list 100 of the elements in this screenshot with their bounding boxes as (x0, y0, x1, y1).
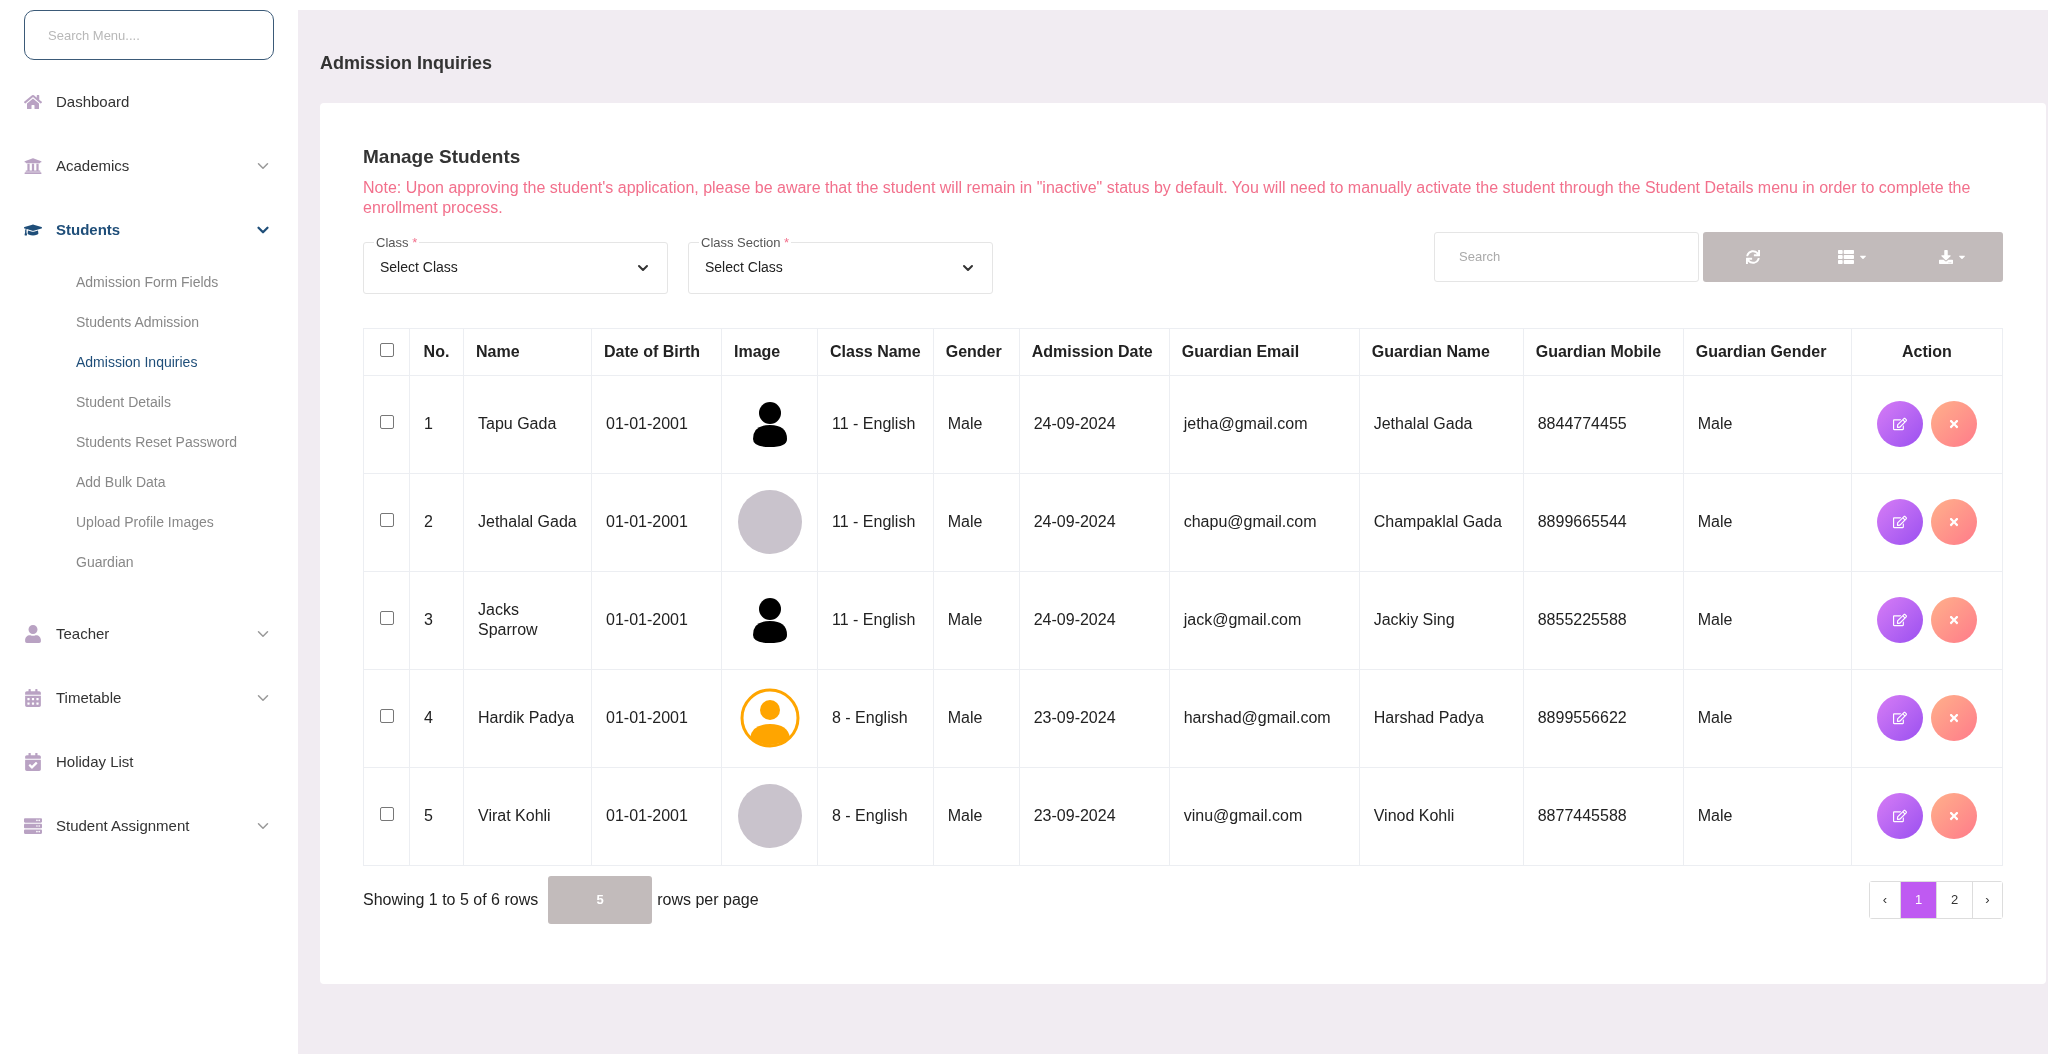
table-cell: 1 (409, 375, 464, 473)
menu-icon (24, 817, 42, 835)
edit-button[interactable] (1876, 793, 1923, 839)
next-page-button[interactable]: › (1972, 881, 2002, 918)
table-cell: 8899665544 (1523, 473, 1684, 571)
table-cell: Male (1683, 767, 1852, 865)
table-cell: 8 - English (817, 767, 934, 865)
table-cell: 24-09-2024 (1019, 571, 1170, 669)
table-cell: Jackiy Sing (1359, 571, 1524, 669)
delete-button[interactable] (1930, 793, 1977, 839)
submenu-item[interactable]: Admission Inquiries (0, 342, 298, 382)
submenu-item[interactable]: Student Details (0, 382, 298, 422)
table-cell: 11 - English (817, 571, 934, 669)
table-cell: 23-09-2024 (1019, 669, 1170, 767)
delete-button[interactable] (1930, 401, 1977, 447)
checkbox[interactable] (379, 415, 394, 429)
table-cell: 24-09-2024 (1019, 375, 1170, 473)
close-icon (1947, 712, 1960, 724)
table-cell: 01-01-2001 (591, 571, 722, 669)
checkbox[interactable] (379, 709, 394, 723)
close-icon (1947, 418, 1960, 430)
table-cell: Male (933, 669, 1020, 767)
table-cell: vinu@gmail.com (1169, 767, 1360, 865)
submenu-item[interactable]: Admission Form Fields (0, 262, 298, 302)
checkbox[interactable] (379, 611, 394, 625)
table-cell: 4 (409, 669, 464, 767)
column-header: Image (721, 328, 818, 375)
table-cell: Male (1683, 669, 1852, 767)
edit-icon (1892, 613, 1907, 627)
sidebar-item[interactable]: Academics (0, 134, 298, 198)
page-button[interactable]: 1 (1900, 881, 1936, 918)
menu-icon (24, 157, 42, 175)
column-header: Action (1851, 328, 2003, 375)
table-cell: Tapu Gada (463, 375, 592, 473)
close-icon (1947, 614, 1960, 626)
download-icon (1939, 249, 1953, 264)
sidebar-item[interactable]: Holiday List (0, 730, 298, 794)
menu-icon (24, 625, 42, 643)
submenu-item[interactable]: Add Bulk Data (0, 462, 298, 502)
note-text: Note: Upon approving the student's application, please be aware that the student will remain in "inactive" status by default. You will need to manually activate the student through the Student Details menu in order to complete the enrollment process. (363, 177, 1972, 218)
edit-icon (1892, 417, 1907, 431)
table-cell: Jacks Sparrow (463, 571, 592, 669)
sidebar-item[interactable]: Teacher (0, 602, 298, 666)
checkbox[interactable] (379, 807, 394, 821)
search-field[interactable]: Search Menu.... (24, 10, 274, 60)
table-cell: 3 (409, 571, 464, 669)
page-title: Admission Inquiries (320, 52, 494, 75)
close-icon (1947, 810, 1960, 822)
column-header: Guardian Mobile (1523, 328, 1684, 375)
table-cell: Hardik Padya (463, 669, 592, 767)
sidebar-item[interactable]: Timetable (0, 666, 298, 730)
submenu-item[interactable]: Students Reset Password (0, 422, 298, 462)
table-cell: 8844774455 (1523, 375, 1684, 473)
table-cell: harshad@gmail.com (1169, 669, 1360, 767)
table-cell: 01-01-2001 (591, 767, 722, 865)
checkbox[interactable] (379, 513, 394, 527)
sidebar-item[interactable]: Dashboard (0, 70, 298, 134)
edit-button[interactable] (1876, 695, 1923, 741)
table-cell: Champaklal Gada (1359, 473, 1524, 571)
list-icon (1838, 248, 1854, 265)
table-cell: jack@gmail.com (1169, 571, 1360, 669)
table-cell: chapu@gmail.com (1169, 473, 1360, 571)
sidebar-item[interactable]: Student Assignment (0, 794, 298, 858)
table-cell: Male (933, 473, 1020, 571)
menu-icon (24, 93, 42, 111)
submenu-item[interactable]: Students Admission (0, 302, 298, 342)
table-cell: Male (933, 767, 1020, 865)
table-cell: 11 - English (817, 375, 934, 473)
table-cell: Male (933, 375, 1020, 473)
sidebar-item[interactable]: Students (0, 198, 298, 262)
checkbox[interactable] (379, 342, 394, 357)
edit-button[interactable] (1876, 499, 1923, 545)
table-cell: Harshad Padya (1359, 669, 1524, 767)
submenu-item[interactable]: Upload Profile Images (0, 502, 298, 542)
table-cell: 11 - English (817, 473, 934, 571)
table-cell: 8899556622 (1523, 669, 1684, 767)
rows-per-page-text: rows per page (657, 889, 759, 910)
edit-button[interactable] (1876, 401, 1923, 447)
delete-button[interactable] (1930, 695, 1977, 741)
showing-text: Showing 1 to 5 of 6 rows (363, 889, 539, 910)
column-header: Name (463, 328, 592, 375)
table-cell: 01-01-2001 (591, 473, 722, 571)
table-cell: 01-01-2001 (591, 375, 722, 473)
table-cell: Male (1683, 571, 1852, 669)
table-cell: 8877445588 (1523, 767, 1684, 865)
column-header: Guardian Name (1359, 328, 1524, 375)
column-header: Gender (933, 328, 1020, 375)
table-cell: Male (1683, 473, 1852, 571)
card-title: Manage Students (363, 145, 522, 169)
table-cell: Male (1683, 375, 1852, 473)
delete-button[interactable] (1930, 499, 1977, 545)
table-cell: 5 (409, 767, 464, 865)
submenu-item[interactable]: Guardian (0, 542, 298, 582)
column-header: Guardian Gender (1683, 328, 1852, 375)
person-icon (739, 688, 800, 748)
edit-icon (1892, 515, 1907, 529)
delete-button[interactable] (1930, 597, 1977, 643)
column-header: Admission Date (1019, 328, 1170, 375)
table-cell: Male (933, 571, 1020, 669)
edit-button[interactable] (1876, 597, 1923, 643)
